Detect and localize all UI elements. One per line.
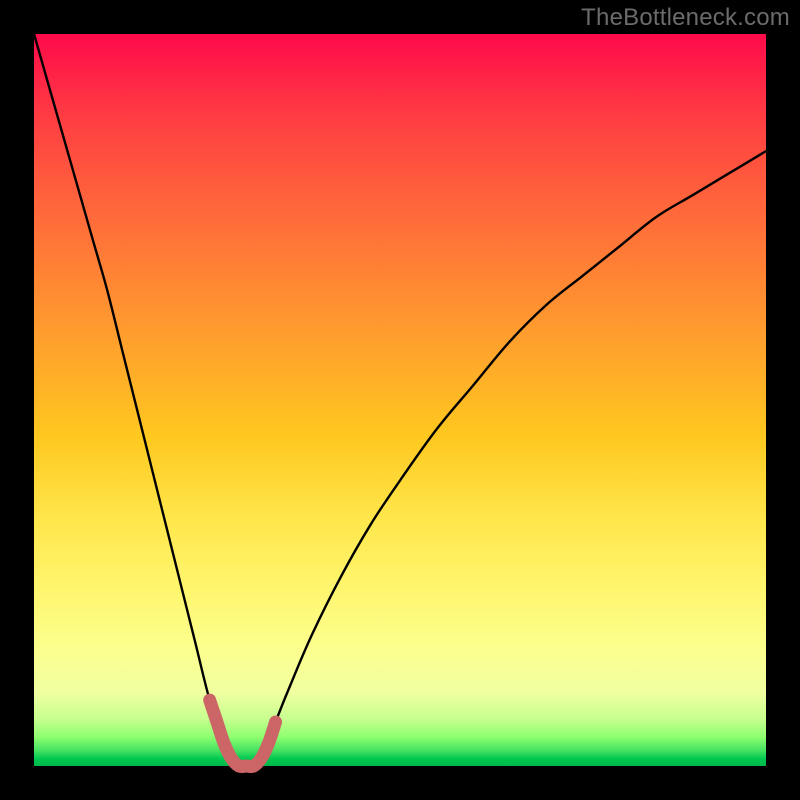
bottleneck-curve: [34, 34, 766, 767]
chart-frame: TheBottleneck.com: [0, 0, 800, 800]
optimal-range-highlight: [210, 700, 276, 766]
watermark-text: TheBottleneck.com: [581, 4, 790, 32]
chart-svg: [34, 34, 766, 766]
plot-area: [34, 34, 766, 766]
